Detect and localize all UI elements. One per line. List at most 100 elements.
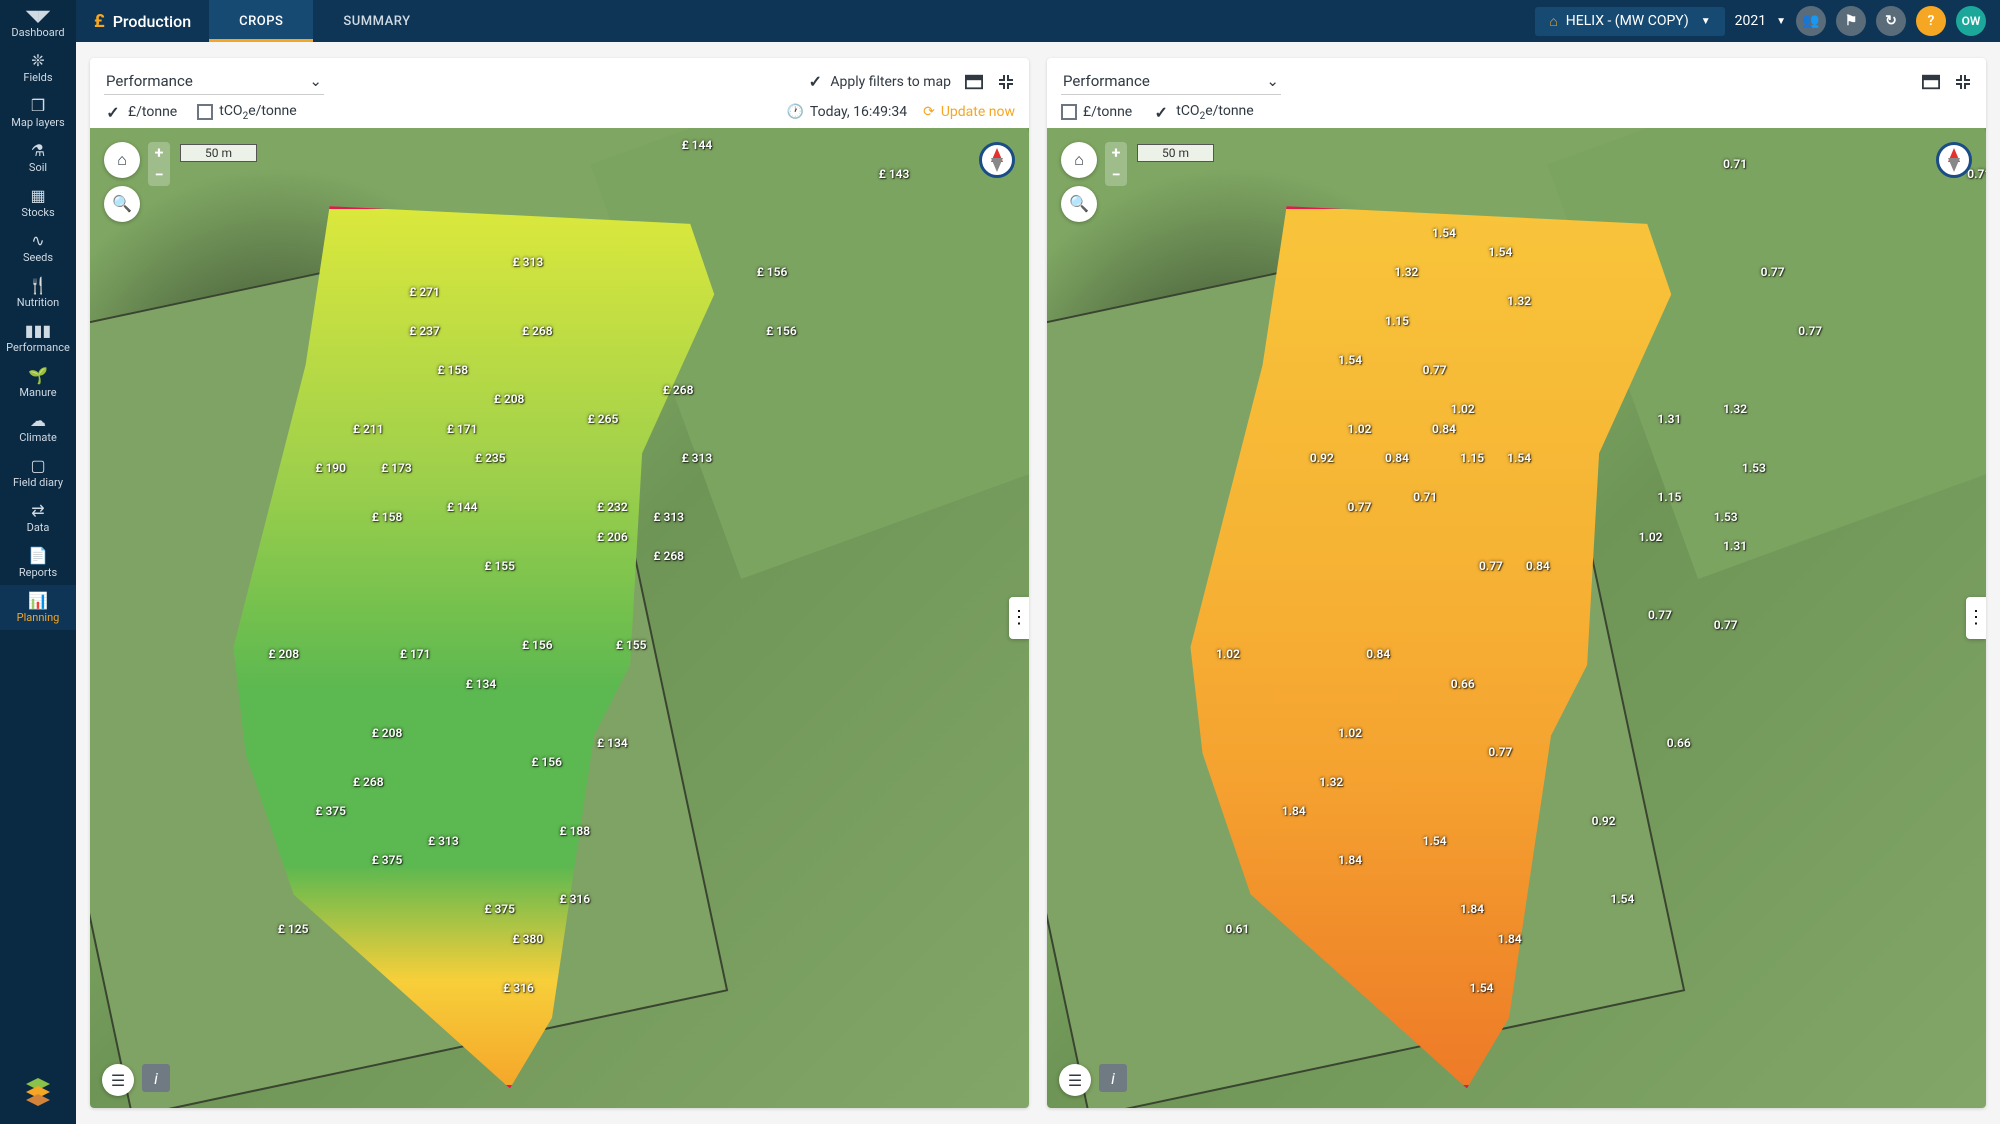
chevron-down-icon: ⌄ (309, 72, 322, 90)
user-initials: OW (1962, 14, 1981, 28)
refresh-icon: ⟳ (923, 104, 935, 120)
layers-icon: ☰ (111, 1071, 125, 1090)
compass-icon[interactable] (1936, 142, 1972, 178)
year-selector[interactable]: 2021 ▼ (1735, 13, 1786, 29)
zoom-in-button[interactable]: + (1105, 142, 1127, 164)
window-icon[interactable] (965, 73, 983, 91)
search-icon: 🔍 (112, 194, 132, 213)
pound-icon: £ (94, 11, 105, 32)
users-button[interactable]: 👥 (1796, 6, 1826, 36)
cost-label: £/tonne (128, 104, 177, 120)
timestamp: 🕐 Today, 16:49:34 (786, 104, 907, 120)
apply-filters-label: Apply filters to map (830, 74, 951, 90)
update-now-button[interactable]: ⟳ Update now (923, 104, 1015, 120)
sidenav-item-dashboard[interactable]: ◥◤Dashboard (0, 0, 76, 45)
seeds-icon: ∿ (31, 231, 44, 249)
sidenav-label: Stocks (21, 206, 54, 219)
sidenav-label: Climate (19, 431, 57, 444)
flag-button[interactable]: ⚑ (1836, 6, 1866, 36)
farm-name: HELIX - (MW COPY) (1566, 13, 1689, 29)
app-logo[interactable] (20, 1074, 56, 1110)
year-value: 2021 (1735, 13, 1766, 29)
sidenav-item-planning[interactable]: 📊 Planning (0, 585, 76, 630)
sidenav-label: Nutrition (17, 296, 60, 309)
sidenav-item-manure[interactable]: 🌱Manure (0, 360, 76, 405)
tab-crops[interactable]: CROPS (209, 0, 313, 42)
farm-selector[interactable]: ⌂ HELIX - (MW COPY) ▼ (1535, 7, 1724, 36)
sidenav-item-data[interactable]: ⇄ Data (0, 495, 76, 540)
tab-summary[interactable]: SUMMARY (313, 0, 440, 42)
collapse-icon[interactable] (1954, 73, 1972, 91)
home-map-button[interactable]: ⌂ (104, 142, 140, 178)
cost-per-tonne-toggle[interactable]: £/tonne (1061, 104, 1132, 120)
sidenav-item-map-layers[interactable]: ❒ Map layers (0, 90, 76, 135)
zoom-out-button[interactable]: − (148, 164, 170, 186)
carbon-label: tCO2e/tonne (219, 103, 296, 122)
info-button[interactable]: i (142, 1064, 170, 1092)
info-button[interactable]: i (1099, 1064, 1127, 1092)
sidenav-item-performance[interactable]: ▮▮▮Performance (0, 315, 76, 360)
refresh-button[interactable]: ↻ (1876, 6, 1906, 36)
cost-per-tonne-toggle[interactable]: ✓ £/tonne (104, 103, 177, 121)
sidenav-label: Data (27, 521, 50, 534)
carbon-label: tCO2e/tonne (1176, 103, 1253, 122)
collapse-icon[interactable] (997, 73, 1015, 91)
caret-down-icon: ▼ (1701, 16, 1711, 27)
right-panel: Performance ⌄ £/tonne ✓ tCO2e (1047, 58, 1986, 1108)
metric-selector[interactable]: Performance ⌄ (1061, 68, 1281, 95)
sidenav-item-reports[interactable]: 📄Reports (0, 540, 76, 585)
home-icon: ⌂ (1074, 150, 1084, 170)
apply-filters-toggle[interactable]: ✓ Apply filters to map (806, 73, 951, 91)
layers-button[interactable]: ☰ (1059, 1064, 1091, 1096)
dashboard-icon: ◥◤ (26, 6, 51, 24)
left-map[interactable]: £ 271£ 313£ 144£ 143£ 237£ 268£ 156£ 156… (90, 128, 1029, 1108)
window-icon[interactable] (1922, 73, 1940, 91)
scale-bar: 50 m (180, 144, 257, 162)
info-icon: i (154, 1069, 158, 1088)
page-title: £ Production (76, 11, 209, 32)
soil-icon: ⚗ (31, 141, 45, 159)
compass-icon[interactable] (979, 142, 1015, 178)
planning-icon: 📊 (28, 591, 48, 609)
metric-selector[interactable]: Performance ⌄ (104, 68, 324, 95)
caret-down-icon: ▼ (1776, 16, 1786, 27)
panel-menu-button[interactable]: ⋮ (1966, 597, 1986, 639)
sidenav-label: Map layers (11, 116, 64, 129)
sidenav-item-nutrition[interactable]: 🍴 Nutrition (0, 270, 76, 315)
help-button[interactable]: ? (1916, 6, 1946, 36)
refresh-icon: ↻ (1885, 13, 1897, 29)
map-layers-icon: ❒ (31, 96, 45, 114)
nutrition-icon: 🍴 (28, 276, 48, 294)
sidenav-item-seeds[interactable]: ∿Seeds (0, 225, 76, 270)
dots-vertical-icon: ⋮ (1967, 607, 1985, 628)
search-map-button[interactable]: 🔍 (1061, 186, 1097, 222)
sidenav-item-climate[interactable]: ☁ Climate (0, 405, 76, 450)
climate-icon: ☁ (30, 411, 46, 429)
chevron-down-icon: ⌄ (1266, 72, 1279, 90)
sidenav-item-field-diary[interactable]: ▢Field diary (0, 450, 76, 495)
data-icon: ⇄ (31, 501, 44, 519)
panel-menu-button[interactable]: ⋮ (1009, 597, 1029, 639)
side-navigation: ◥◤Dashboard❊Fields ❒ Map layers ⚗Soil ▦ Stock… (0, 0, 76, 1124)
layers-button[interactable]: ☰ (102, 1064, 134, 1096)
stocks-icon: ▦ (30, 186, 45, 204)
sidenav-item-stocks[interactable]: ▦ Stocks (0, 180, 76, 225)
sidenav-label: Performance (6, 341, 70, 354)
carbon-per-tonne-toggle[interactable]: tCO2e/tonne (197, 103, 296, 122)
sidenav-label: Planning (17, 611, 60, 624)
help-icon: ? (1928, 13, 1935, 29)
search-map-button[interactable]: 🔍 (104, 186, 140, 222)
timestamp-text: Today, 16:49:34 (810, 104, 907, 120)
flag-icon: ⚑ (1845, 13, 1858, 29)
right-map[interactable]: 0.710.711.541.540.771.321.151.320.771.54… (1047, 128, 1986, 1108)
user-avatar[interactable]: OW (1956, 6, 1986, 36)
zoom-control: + − (1105, 142, 1127, 186)
clock-icon: 🕐 (786, 104, 803, 120)
zoom-in-button[interactable]: + (148, 142, 170, 164)
sidenav-item-fields[interactable]: ❊Fields (0, 45, 76, 90)
metric-value: Performance (1063, 72, 1150, 90)
sidenav-item-soil[interactable]: ⚗Soil (0, 135, 76, 180)
zoom-out-button[interactable]: − (1105, 164, 1127, 186)
home-map-button[interactable]: ⌂ (1061, 142, 1097, 178)
carbon-per-tonne-toggle[interactable]: ✓ tCO2e/tonne (1152, 103, 1253, 122)
